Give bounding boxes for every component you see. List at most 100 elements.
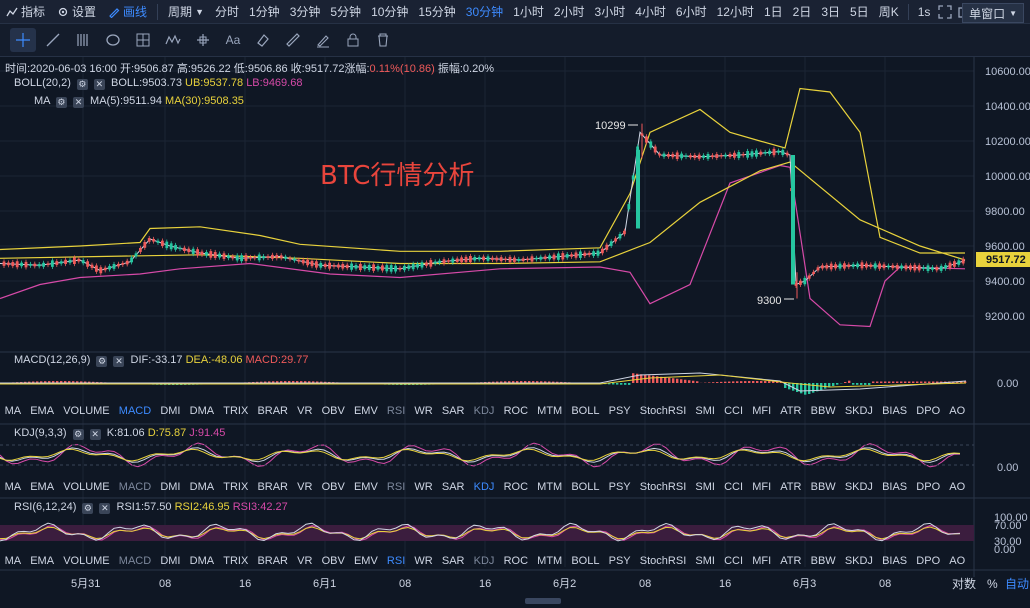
indicator-tab-macd[interactable]: MACD [117, 555, 153, 567]
indicator-tab-roc[interactable]: ROC [502, 555, 530, 567]
indicator-tab-roc[interactable]: ROC [502, 481, 530, 493]
log-scale-button[interactable]: 对数 [952, 576, 976, 591]
indicator-tab-mtm[interactable]: MTM [535, 405, 564, 417]
indicator-tab-obv[interactable]: OBV [320, 405, 347, 417]
indicator-tab-skdj[interactable]: SKDJ [843, 405, 875, 417]
indicator-tab-mfi[interactable]: MFI [750, 555, 773, 567]
indicator-tab-emv[interactable]: EMV [352, 555, 380, 567]
text-tool-icon[interactable]: Aa [220, 28, 246, 52]
settings-button[interactable]: 设置 [51, 3, 102, 20]
indicator-tab-cci[interactable]: CCI [722, 555, 745, 567]
indicator-tab-boll[interactable]: BOLL [569, 405, 601, 417]
lock-icon[interactable] [340, 28, 366, 52]
close-icon[interactable]: ✕ [93, 79, 105, 90]
wave-tool-icon[interactable] [160, 28, 186, 52]
seconds-button[interactable]: 1s [913, 5, 936, 19]
indicator-tab-wr[interactable]: WR [412, 405, 434, 417]
indicator-tab-smi[interactable]: SMI [693, 555, 717, 567]
crosshair-icon[interactable] [10, 28, 36, 52]
indicator-tab-atr[interactable]: ATR [778, 481, 803, 493]
indicator-tab-dpo[interactable]: DPO [914, 555, 942, 567]
indicator-tab-bias[interactable]: BIAS [880, 481, 909, 493]
scroll-handle[interactable] [525, 598, 561, 604]
gear-icon[interactable]: ⚙ [82, 503, 94, 514]
parallel-lines-icon[interactable] [70, 28, 96, 52]
indicator-tab-brar[interactable]: BRAR [255, 555, 290, 567]
period-6[interactable]: 30分钟 [461, 3, 508, 20]
indicator-tab-atr[interactable]: ATR [778, 405, 803, 417]
auto-scale-button[interactable]: 自动 [1005, 577, 1029, 591]
indicator-tab-atr[interactable]: ATR [778, 555, 803, 567]
indicator-tab-roc[interactable]: ROC [502, 405, 530, 417]
indicator-tab-ema[interactable]: EMA [28, 481, 56, 493]
period-14[interactable]: 2日 [788, 3, 817, 20]
indicator-tab-ao[interactable]: AO [947, 555, 967, 567]
indicator-tab-vr[interactable]: VR [295, 481, 314, 493]
indicator-tab-sar[interactable]: SAR [440, 405, 467, 417]
indicator-tab-obv[interactable]: OBV [320, 481, 347, 493]
indicator-tab-dpo[interactable]: DPO [914, 405, 942, 417]
indicator-tab-dpo[interactable]: DPO [914, 481, 942, 493]
indicator-tab-boll[interactable]: BOLL [569, 481, 601, 493]
period-dropdown[interactable]: 周期 ▼ [162, 3, 210, 20]
indicator-tab-trix[interactable]: TRIX [221, 405, 250, 417]
indicator-tab-bbw[interactable]: BBW [809, 405, 838, 417]
period-2[interactable]: 3分钟 [285, 3, 326, 20]
indicator-tab-mfi[interactable]: MFI [750, 405, 773, 417]
indicator-tab-bias[interactable]: BIAS [880, 555, 909, 567]
indicator-tab-dmi[interactable]: DMI [158, 405, 182, 417]
indicator-tab-mtm[interactable]: MTM [535, 555, 564, 567]
indicator-tab-stochrsi[interactable]: StochRSI [638, 405, 688, 417]
indicator-tab-brar[interactable]: BRAR [255, 481, 290, 493]
period-7[interactable]: 1小时 [508, 3, 549, 20]
indicator-tab-cci[interactable]: CCI [722, 405, 745, 417]
period-11[interactable]: 6小时 [671, 3, 712, 20]
kline-chart[interactable]: 10600.00 10400.00 10200.00 10000.00 9800.00 9… [0, 57, 1030, 608]
close-icon[interactable]: ✕ [99, 503, 111, 514]
indicator-tab-ao[interactable]: AO [947, 405, 967, 417]
indicator-tab-ma[interactable]: MA [3, 405, 24, 417]
edit-pen-icon[interactable] [310, 28, 336, 52]
indicator-tab-mfi[interactable]: MFI [750, 481, 773, 493]
indicator-tab-ao[interactable]: AO [947, 481, 967, 493]
indicator-tab-boll[interactable]: BOLL [569, 555, 601, 567]
indicator-tab-bbw[interactable]: BBW [809, 555, 838, 567]
fullscreen-icon[interactable] [935, 0, 955, 24]
indicator-tab-macd[interactable]: MACD [117, 481, 153, 493]
trash-icon[interactable] [370, 28, 396, 52]
close-icon[interactable]: ✕ [113, 356, 125, 367]
indicator-tab-volume[interactable]: VOLUME [61, 555, 111, 567]
period-13[interactable]: 1日 [759, 3, 788, 20]
indicator-tab-bias[interactable]: BIAS [880, 405, 909, 417]
indicator-tab-ma[interactable]: MA [3, 481, 24, 493]
indicator-tab-psy[interactable]: PSY [607, 555, 633, 567]
period-9[interactable]: 3小时 [590, 3, 631, 20]
indicator-tab-stochrsi[interactable]: StochRSI [638, 481, 688, 493]
gear-icon[interactable]: ⚙ [76, 79, 88, 90]
indicator-tab-wr[interactable]: WR [412, 555, 434, 567]
close-icon[interactable]: ✕ [72, 97, 84, 108]
indicator-tab-dmi[interactable]: DMI [158, 555, 182, 567]
indicator-tab-volume[interactable]: VOLUME [61, 405, 111, 417]
circle-tool-icon[interactable] [100, 28, 126, 52]
gear-icon[interactable]: ⚙ [96, 356, 108, 367]
indicator-tab-obv[interactable]: OBV [320, 555, 347, 567]
indicator-tab-volume[interactable]: VOLUME [61, 481, 111, 493]
indicator-tab-ma[interactable]: MA [3, 555, 24, 567]
line-tool-icon[interactable] [40, 28, 66, 52]
period-8[interactable]: 2小时 [549, 3, 590, 20]
indicator-tab-trix[interactable]: TRIX [221, 481, 250, 493]
indicator-tab-emv[interactable]: EMV [352, 405, 380, 417]
indicator-tab-stochrsi[interactable]: StochRSI [638, 555, 688, 567]
indicator-tab-rsi[interactable]: RSI [385, 555, 407, 567]
period-1[interactable]: 1分钟 [244, 3, 285, 20]
window-mode-dropdown[interactable]: 单窗口 ▼ [962, 3, 1024, 23]
indicator-tab-dma[interactable]: DMA [188, 555, 216, 567]
indicator-tab-skdj[interactable]: SKDJ [843, 555, 875, 567]
close-icon[interactable]: ✕ [89, 429, 101, 440]
indicator-tab-smi[interactable]: SMI [693, 405, 717, 417]
indicator-tab-trix[interactable]: TRIX [221, 555, 250, 567]
indicator-tab-macd[interactable]: MACD [117, 405, 153, 417]
measure-tool-icon[interactable] [190, 28, 216, 52]
indicator-tab-sar[interactable]: SAR [440, 481, 467, 493]
